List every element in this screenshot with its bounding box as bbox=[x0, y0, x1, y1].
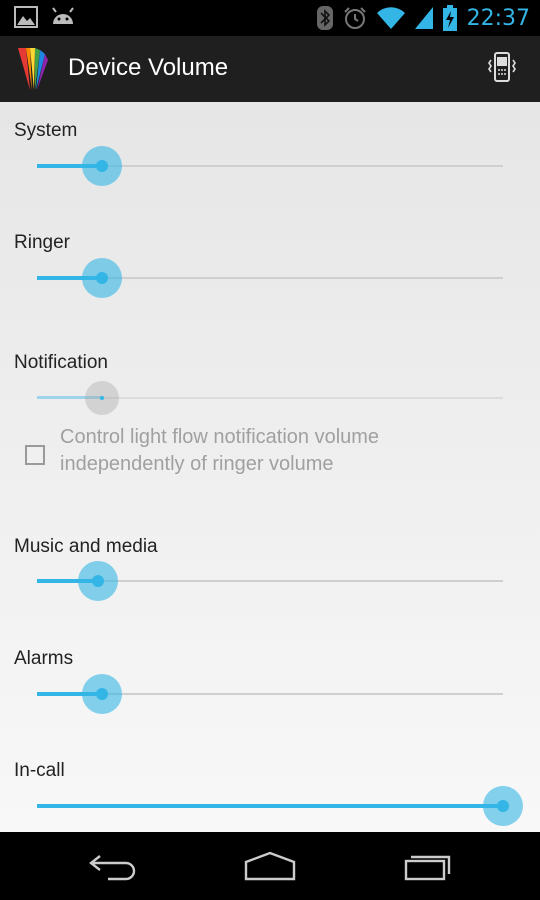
volume-label-system: System bbox=[14, 120, 78, 141]
volume-label-in-call: In-call bbox=[14, 760, 65, 781]
volume-label-ringer: Ringer bbox=[14, 232, 70, 253]
app-title: Device Volume bbox=[68, 54, 229, 81]
android-icon bbox=[52, 7, 74, 24]
independent-notification-label[interactable]: Control light flow notification volume i… bbox=[60, 424, 500, 478]
volume-list: System Ringer Notification Control light… bbox=[0, 102, 540, 832]
back-icon[interactable] bbox=[88, 850, 138, 882]
battery-charging-icon bbox=[442, 5, 457, 31]
system-slider-thumb[interactable] bbox=[82, 146, 123, 186]
independent-notification-checkbox[interactable] bbox=[25, 445, 45, 465]
volume-label-notification: Notification bbox=[14, 352, 108, 373]
rainbow-logo-icon bbox=[18, 48, 48, 90]
recent-apps-icon[interactable] bbox=[404, 850, 454, 882]
ringer-slider-thumb[interactable] bbox=[82, 258, 123, 298]
alarm-icon bbox=[343, 7, 366, 29]
volume-label-music: Music and media bbox=[14, 536, 158, 557]
music-slider-thumb[interactable] bbox=[77, 561, 118, 601]
alarms-slider-thumb[interactable] bbox=[82, 674, 123, 714]
navigation-bar bbox=[0, 832, 540, 900]
status-bar: 22:37 bbox=[0, 0, 540, 36]
vibrate-phone-icon[interactable] bbox=[484, 50, 520, 86]
volume-label-alarms: Alarms bbox=[14, 648, 74, 669]
signal-icon bbox=[414, 7, 433, 29]
in-call-slider-thumb[interactable] bbox=[483, 786, 523, 826]
wifi-icon bbox=[376, 7, 405, 29]
bluetooth-icon bbox=[316, 6, 333, 30]
home-icon[interactable] bbox=[243, 850, 297, 882]
gallery-icon bbox=[14, 6, 38, 28]
action-bar: Device Volume bbox=[0, 36, 540, 104]
notification-slider-thumb bbox=[85, 381, 120, 415]
clock-time: 22:37 bbox=[466, 5, 530, 31]
in-call-slider-fill bbox=[37, 804, 503, 808]
